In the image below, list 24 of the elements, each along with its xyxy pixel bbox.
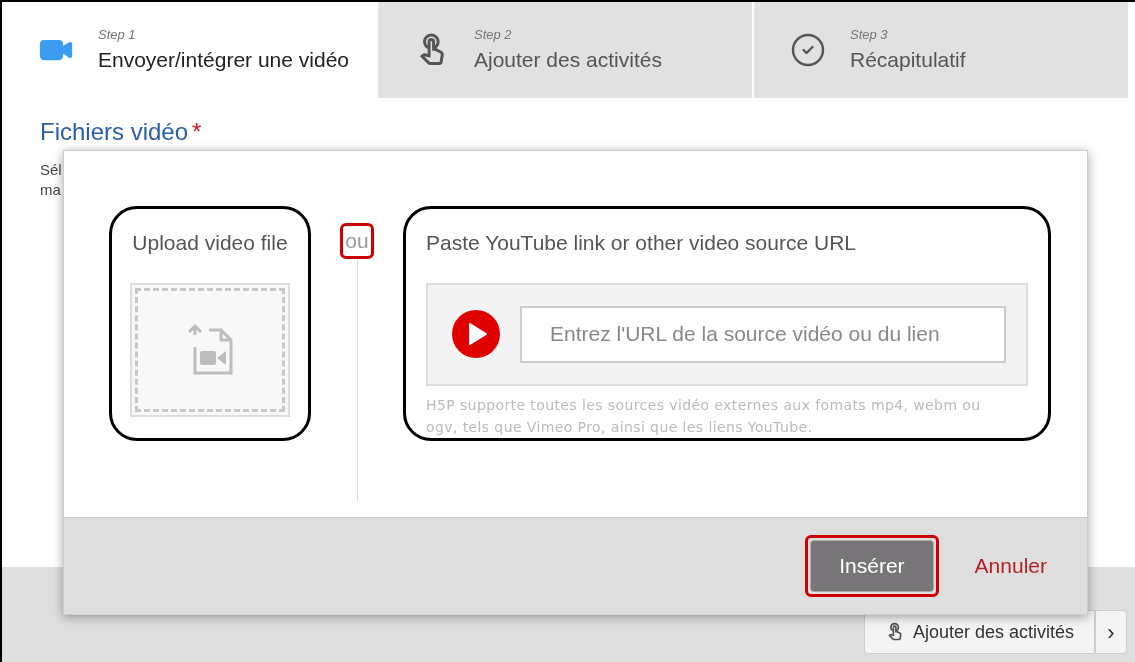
play-icon	[452, 310, 500, 359]
required-mark: *	[192, 118, 202, 146]
step-number: Step 3	[850, 25, 889, 44]
url-input[interactable]: Entrez l'URL de la source vidéo ou du lien	[520, 305, 1006, 363]
upload-video-file-icon	[185, 322, 235, 377]
step-title: Récapitulatif	[850, 47, 966, 73]
section-heading: Fichiers vidéo	[40, 118, 189, 146]
step-title: Ajouter des activités	[474, 47, 662, 73]
check-circle-icon	[790, 32, 826, 68]
url-title: Paste YouTube link or other video source URL	[426, 230, 857, 256]
upload-title: Upload video file	[132, 230, 288, 256]
cancel-link[interactable]: Annuler	[974, 550, 1047, 582]
step-title: Envoyer/intégrer une vidéo	[98, 47, 349, 73]
step-tab[interactable]: Step 2 Ajouter des activités	[378, 2, 754, 98]
insert-button[interactable]: Insérer	[810, 540, 934, 592]
upload-dropzone[interactable]	[130, 282, 290, 417]
section-description: ma	[40, 180, 62, 200]
step-number: Step 1	[98, 25, 137, 44]
next-arrow-button[interactable]: ›	[1095, 610, 1127, 654]
step-number: Step 2	[474, 25, 513, 44]
section-description: Sél	[40, 160, 63, 180]
or-label: ou	[340, 223, 374, 259]
step-tab[interactable]: Step 3 Récapitulatif	[754, 2, 1130, 98]
url-hint: H5P supporte toutes les sources vidéo externes aux fomats mp4, webm ou ogv, tels que Vimeo Pro, ainsi que les liens YouTube.	[426, 396, 982, 437]
